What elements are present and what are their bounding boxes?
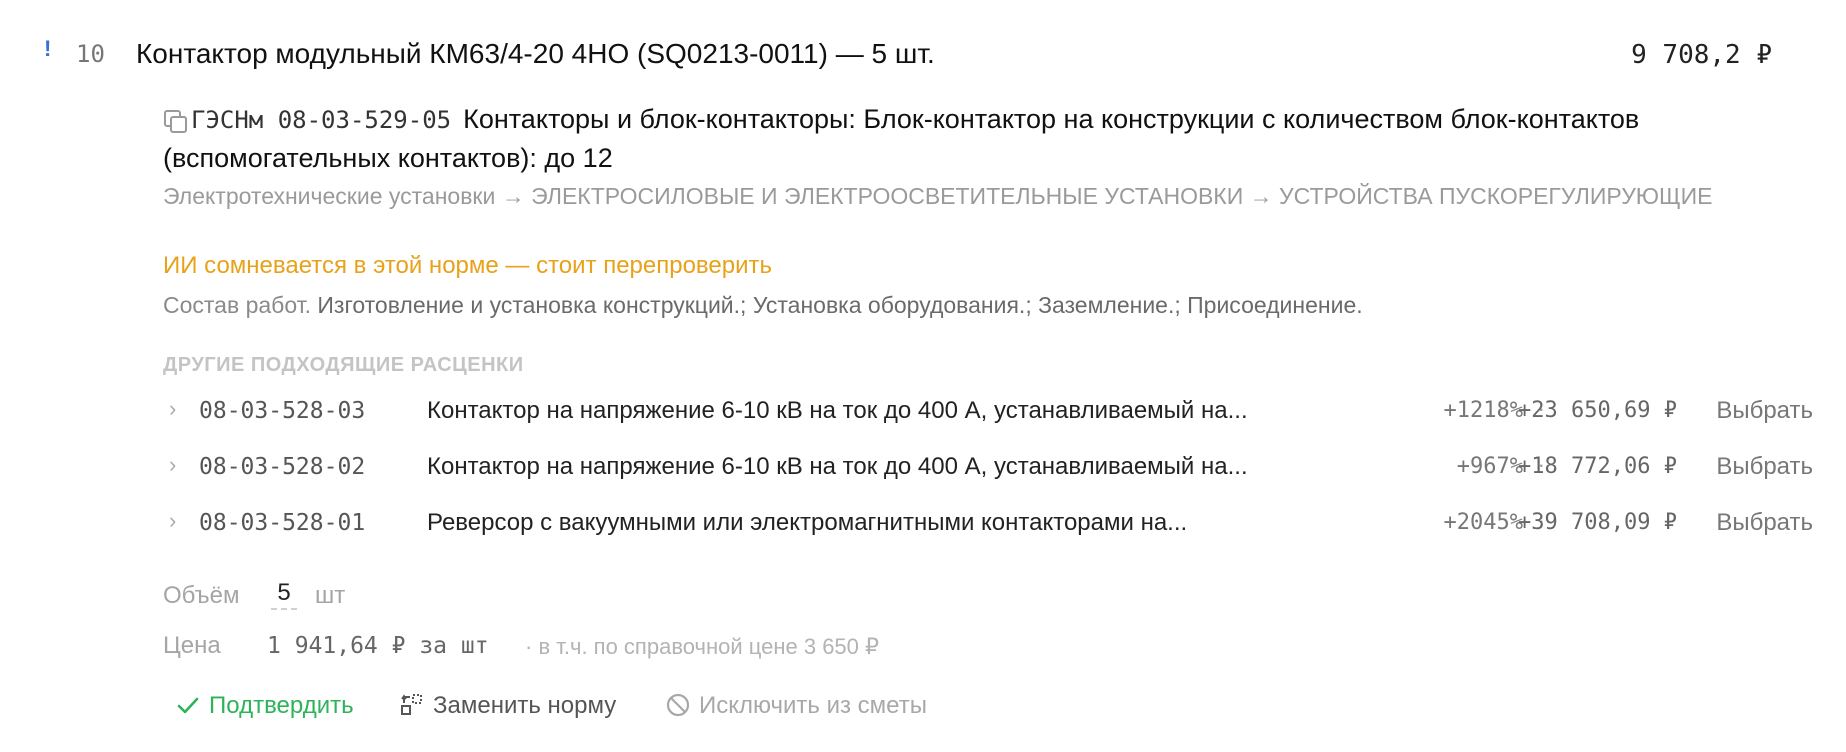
norm-breadcrumb: Электротехнические установки → ЭЛЕКТРОСИ… [163, 183, 1713, 209]
alternative-row[interactable]: › 08-03-528-01 Реверсор с вакуумными или… [163, 500, 1813, 544]
checkmark-icon [177, 697, 199, 714]
reference-price-note: · в т.ч. по справочной цене 3 650 ₽ [525, 634, 880, 659]
attention-flag-icon: ! [44, 36, 52, 61]
alternative-row[interactable]: › 08-03-528-02 Контактор на напряжение 6… [163, 444, 1813, 488]
composition-label: Состав работ. [163, 292, 311, 318]
exclude-from-estimate-button[interactable]: Исключить из сметы [665, 692, 927, 720]
item-actions: Подтвердить Заменить норму Исключить из … [175, 692, 1075, 732]
choose-alternative-button[interactable]: Выбрать [1716, 509, 1813, 537]
confirm-label: Подтвердить [209, 692, 354, 719]
volume-unit: шт [315, 582, 346, 609]
work-composition: Состав работ. Изготовление и установка к… [163, 292, 1363, 319]
alternative-price-diff: +23 650,69 ₽ [1518, 398, 1677, 423]
ai-doubt-warning: ИИ сомневается в этой норме — стоит пере… [163, 252, 773, 279]
replace-norm-button[interactable]: Заменить норму [399, 692, 616, 720]
alternative-name: Реверсор с вакуумными или электромагнитн… [427, 509, 1188, 536]
replace-icon [401, 694, 422, 715]
item-total-price: 9 708,2 ₽ [1631, 40, 1772, 70]
alternative-row[interactable]: › 08-03-528-03 Контактор на напряжение 6… [163, 388, 1813, 432]
alternative-price-diff: +18 772,06 ₽ [1518, 454, 1677, 479]
alternative-code: 08-03-528-01 [199, 510, 366, 536]
copy-icon[interactable] [163, 109, 187, 133]
composition-text: Изготовление и установка конструкций.; У… [317, 292, 1363, 318]
choose-alternative-button[interactable]: Выбрать [1716, 453, 1813, 481]
item-position-number: 10 [76, 40, 105, 68]
chevron-right-icon[interactable]: › [169, 508, 176, 534]
volume-input[interactable] [271, 578, 297, 610]
alternative-name: Контактор на напряжение 6-10 кВ на ток д… [427, 397, 1248, 424]
norm-line: ГЭСНм 08-03-529-05 Контакторы и блок-конт… [163, 100, 1843, 177]
volume-row: Объём шт [163, 576, 563, 616]
choose-alternative-button[interactable]: Выбрать [1716, 397, 1813, 425]
item-title: Контактор модульный КМ63/4-20 4НО (SQ021… [136, 38, 935, 69]
alternative-delta-percent: +1218% [1443, 398, 1523, 423]
alternatives-header: ДРУГИЕ ПОДХОДЯЩИЕ РАСЦЕНКИ [163, 354, 524, 376]
replace-norm-label: Заменить норму [433, 692, 617, 719]
confirm-button[interactable]: Подтвердить [175, 692, 354, 720]
alternative-code: 08-03-528-03 [199, 398, 366, 424]
norm-code[interactable]: ГЭСНм 08-03-529-05 [191, 106, 451, 134]
exclude-label: Исключить из сметы [699, 692, 927, 719]
alternative-delta-percent: +967% [1456, 454, 1523, 479]
unit-price: 1 941,64 ₽ за шт [267, 633, 489, 659]
alternative-code: 08-03-528-02 [199, 454, 366, 480]
estimate-item-header: ! 10 Контактор модульный КМ63/4-20 4НО (… [0, 0, 1846, 110]
chevron-right-icon[interactable]: › [169, 452, 176, 478]
price-row: Цена 1 941,64 ₽ за шт · в т.ч. по справо… [163, 628, 1063, 668]
alternative-price-diff: +39 708,09 ₽ [1518, 510, 1677, 535]
volume-label: Объём [163, 582, 240, 609]
alternative-delta-percent: +2045% [1443, 510, 1523, 535]
chevron-right-icon[interactable]: › [169, 396, 176, 422]
price-label: Цена [163, 632, 221, 659]
alternative-name: Контактор на напряжение 6-10 кВ на ток д… [427, 453, 1248, 480]
forbidden-icon [666, 693, 690, 717]
